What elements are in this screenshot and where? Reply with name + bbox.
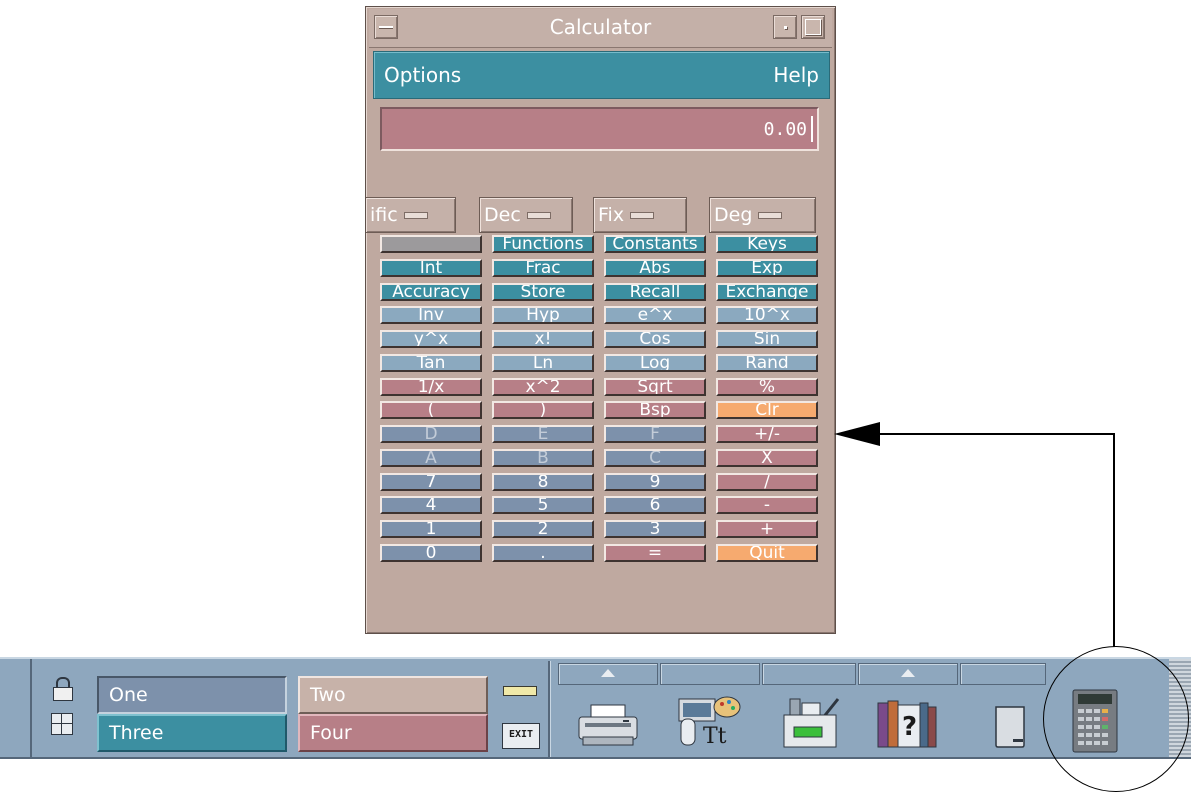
- exit-button[interactable]: EXIT: [502, 723, 540, 749]
- svg-text:?: ?: [902, 712, 917, 742]
- file-manager-icon[interactable]: [776, 697, 842, 749]
- subpanel-arrow-trash[interactable]: [960, 663, 1046, 685]
- subpanel-arrow-files[interactable]: [762, 663, 856, 685]
- style-manager-icon[interactable]: Tt: [673, 695, 743, 749]
- panel-left-handle[interactable]: [0, 659, 32, 757]
- front-panel: One Two Three Four EXIT Tt ?: [0, 657, 1191, 759]
- svg-text:Tt: Tt: [703, 724, 727, 749]
- workspace-one-button[interactable]: One: [97, 676, 287, 714]
- busy-light-icon: [503, 686, 537, 696]
- printer-icon[interactable]: [577, 703, 639, 749]
- workspace-four-button[interactable]: Four: [298, 714, 488, 752]
- panel-divider: [548, 661, 550, 757]
- workspace-three-button[interactable]: Three: [97, 714, 287, 752]
- subpanel-arrow-style[interactable]: [660, 663, 760, 685]
- workspace-switch-icon[interactable]: [51, 713, 73, 735]
- help-manager-icon[interactable]: ?: [876, 697, 938, 749]
- trash-icon[interactable]: [993, 705, 1027, 749]
- workspace-two-button[interactable]: Two: [298, 676, 488, 714]
- subpanel-arrow-help[interactable]: [858, 663, 958, 685]
- lock-icon[interactable]: [51, 677, 73, 701]
- highlight-circle: [1043, 646, 1189, 792]
- subpanel-arrow-printer[interactable]: [558, 663, 658, 685]
